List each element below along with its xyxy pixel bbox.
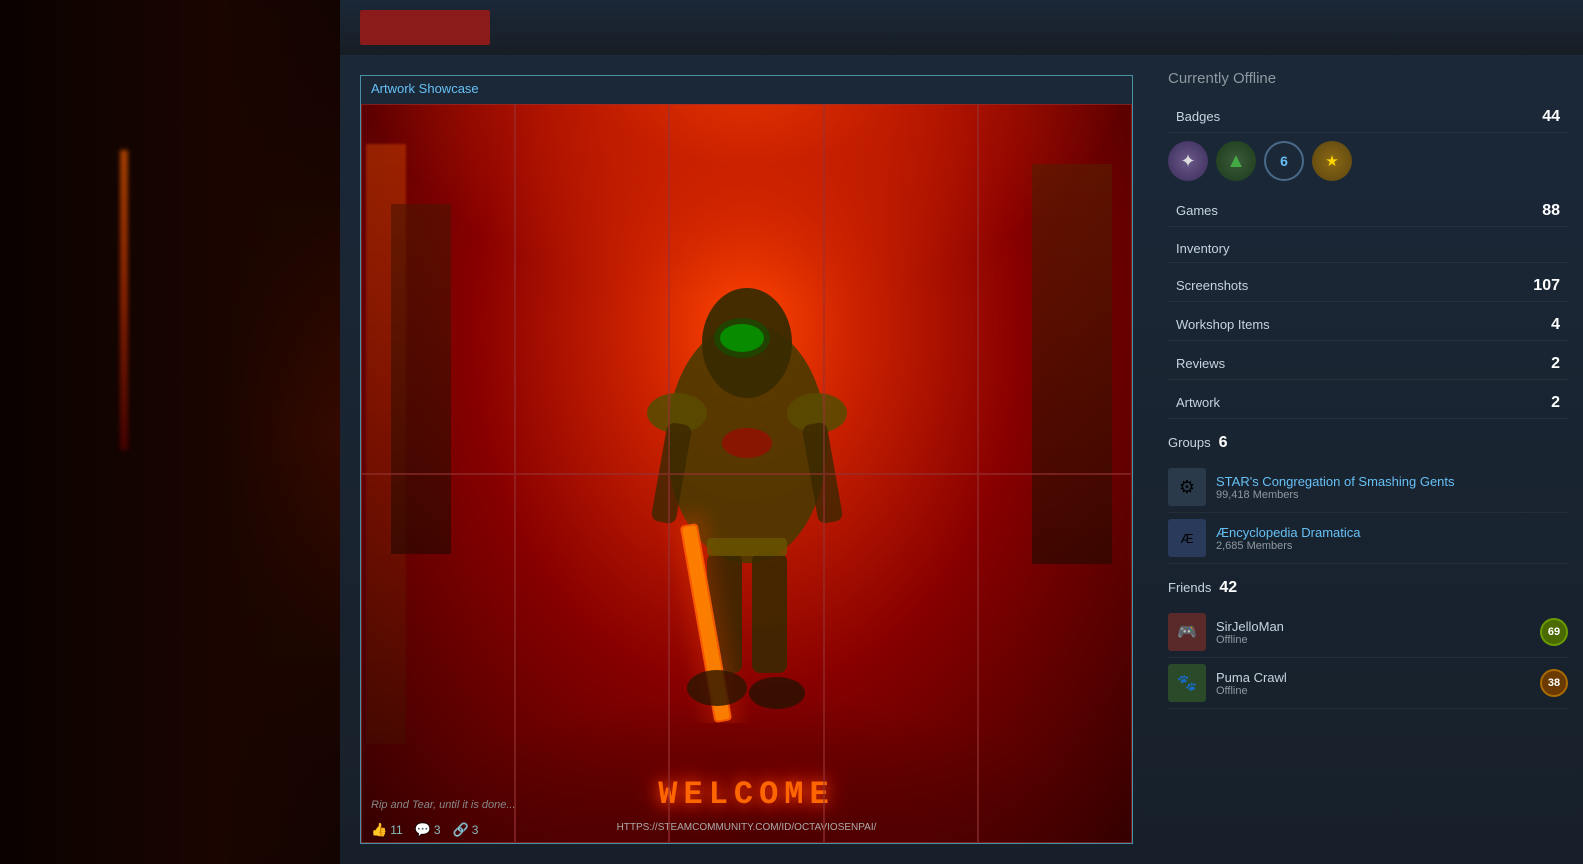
friend-status-1: Offline (1216, 685, 1530, 697)
groups-count: 6 (1219, 434, 1228, 452)
badge-triangle-icon[interactable]: ▲ (1216, 141, 1256, 181)
showcase-artwork-area[interactable]: WELCOME HTTPS://STEAMCOMMUNITY.COM/ID/OC… (361, 104, 1132, 843)
friend-name-1: Puma Crawl (1216, 670, 1530, 685)
shares-item[interactable]: 🔗 3 (453, 822, 479, 838)
group-name-0: STAR's Congregation of Smashing Gents (1216, 474, 1568, 489)
badge-gold-icon[interactable]: ★ (1312, 141, 1352, 181)
comments-item[interactable]: 💬 3 (415, 822, 441, 838)
groups-section: Groups 6 ⚙ STAR's Congregation of Smashi… (1168, 434, 1568, 564)
grid-cell-10 (978, 474, 1132, 844)
grid-cell-2 (515, 104, 669, 474)
artwork-count: 2 (1551, 394, 1560, 412)
group-item-0[interactable]: ⚙ STAR's Congregation of Smashing Gents … (1168, 462, 1568, 513)
friend-level-1: 38 (1540, 669, 1568, 697)
friend-item-0[interactable]: 🎮 SirJelloMan Offline 69 (1168, 607, 1568, 658)
friend-item-1[interactable]: 🐾 Puma Crawl Offline 38 (1168, 658, 1568, 709)
likes-count: 11 (390, 823, 402, 837)
grid-cell-5 (978, 104, 1132, 474)
games-count: 88 (1542, 202, 1560, 220)
badge-star-icon[interactable]: ✦ (1168, 141, 1208, 181)
bg-left-overlay (0, 0, 360, 864)
thumbs-up-icon: 👍 (371, 822, 387, 838)
group-name-1: Æncyclopedia Dramatica (1216, 525, 1568, 540)
reviews-count: 2 (1551, 355, 1560, 373)
games-label: Games (1176, 203, 1542, 218)
right-sidebar: Currently Offline Badges 44 ✦ ▲ 6 ★ Game… (1153, 55, 1583, 864)
main-content: Artwork Showcase (340, 55, 1153, 864)
friend-status-0: Offline (1216, 634, 1530, 646)
screenshots-label: Screenshots (1176, 278, 1533, 293)
shares-count: 3 (472, 823, 479, 837)
grid-overlay (361, 104, 1132, 843)
friend-info-1: Puma Crawl Offline (1216, 670, 1530, 697)
inventory-stat-row[interactable]: Inventory (1168, 235, 1568, 263)
artwork-showcase: Artwork Showcase (360, 75, 1133, 844)
grid-cell-8 (669, 474, 823, 844)
inventory-label: Inventory (1176, 241, 1560, 256)
group-members-0: 99,418 Members (1216, 489, 1568, 501)
reviews-stat-row[interactable]: Reviews 2 (1168, 349, 1568, 380)
badges-icons-row: ✦ ▲ 6 ★ (1168, 141, 1568, 181)
screenshots-count: 107 (1533, 277, 1560, 295)
likes-item[interactable]: 👍 11 (371, 822, 403, 838)
workshop-stat-row[interactable]: Workshop Items 4 (1168, 310, 1568, 341)
badges-section: Badges 44 ✦ ▲ 6 ★ (1168, 102, 1568, 181)
badge-six-icon[interactable]: 6 (1264, 141, 1304, 181)
artwork-label: Artwork (1176, 395, 1551, 410)
screenshots-stat-row[interactable]: Screenshots 107 (1168, 271, 1568, 302)
grid-cell-7 (515, 474, 669, 844)
friend-avatar-1: 🐾 (1168, 664, 1206, 702)
lava-effect-left (120, 150, 128, 450)
workshop-label: Workshop Items (1176, 317, 1551, 332)
top-bar (340, 0, 1583, 55)
friend-avatar-0: 🎮 (1168, 613, 1206, 651)
grid-cell-6 (361, 474, 515, 844)
groups-header: Groups 6 (1168, 434, 1568, 452)
badges-row[interactable]: Badges 44 (1168, 102, 1568, 133)
friends-count: 42 (1219, 579, 1237, 597)
group-avatar-0: ⚙ (1168, 468, 1206, 506)
workshop-count: 4 (1551, 316, 1560, 334)
groups-label: Groups (1168, 435, 1211, 450)
games-stat-row[interactable]: Games 88 (1168, 196, 1568, 227)
friends-label: Friends (1168, 580, 1211, 595)
grid-cell-4 (824, 104, 978, 474)
friends-section: Friends 42 🎮 SirJelloMan Offline 69 🐾 Pu… (1168, 579, 1568, 709)
group-item-1[interactable]: Æ Æncyclopedia Dramatica 2,685 Members (1168, 513, 1568, 564)
grid-cell-1 (361, 104, 515, 474)
group-info-0: STAR's Congregation of Smashing Gents 99… (1216, 474, 1568, 501)
share-icon: 🔗 (453, 822, 469, 838)
badges-count: 44 (1542, 108, 1560, 126)
showcase-title: Artwork Showcase (361, 76, 1132, 101)
comments-count: 3 (434, 823, 441, 837)
grid-cell-3 (669, 104, 823, 474)
caption-text: Rip and Tear, until it is done... (371, 799, 516, 811)
group-info-1: Æncyclopedia Dramatica 2,685 Members (1216, 525, 1568, 552)
reviews-label: Reviews (1176, 356, 1551, 371)
friends-header: Friends 42 (1168, 579, 1568, 597)
friend-level-0: 69 (1540, 618, 1568, 646)
profile-tab-active[interactable] (360, 10, 490, 45)
friend-info-0: SirJelloMan Offline (1216, 619, 1530, 646)
social-actions-row: 👍 11 💬 3 🔗 3 (371, 822, 478, 838)
comment-icon: 💬 (415, 822, 431, 838)
group-members-1: 2,685 Members (1216, 540, 1568, 552)
artwork-caption: Rip and Tear, until it is done... (371, 795, 516, 813)
grid-cell-9 (824, 474, 978, 844)
profile-status: Currently Offline (1168, 70, 1568, 87)
friend-name-0: SirJelloMan (1216, 619, 1530, 634)
group-avatar-1: Æ (1168, 519, 1206, 557)
badges-label: Badges (1176, 109, 1542, 124)
artwork-stat-row[interactable]: Artwork 2 (1168, 388, 1568, 419)
